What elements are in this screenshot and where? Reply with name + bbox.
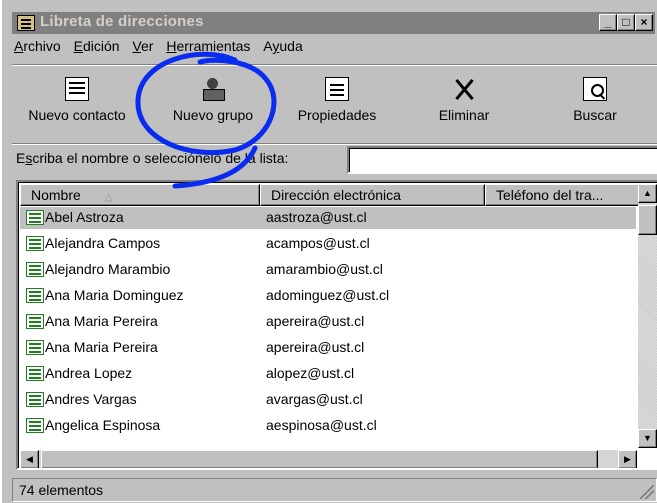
new-contact-button[interactable]: Nuevo contacto <box>12 77 142 123</box>
contact-card-icon <box>26 210 44 225</box>
horizontal-scrollbar[interactable]: ◀ ▶ <box>20 450 637 468</box>
close-button[interactable]: × <box>635 14 653 31</box>
column-header-name[interactable]: Nombre △ <box>20 184 260 206</box>
find-button[interactable]: Buscar <box>560 77 630 123</box>
contact-card-icon <box>26 262 44 277</box>
scroll-left-button[interactable]: ◀ <box>20 450 39 468</box>
contact-email: apereira@ust.cl <box>266 339 365 355</box>
contact-card-icon <box>26 392 44 407</box>
menu-herramientas[interactable]: Herramientas <box>166 38 250 54</box>
column-phone-label: Teléfono del tra... <box>496 187 604 203</box>
menu-archivo[interactable]: Archivo <box>14 38 61 54</box>
address-book-icon <box>17 15 35 31</box>
contact-name: Abel Astroza <box>45 209 124 225</box>
toolbar: Nuevo contacto Nuevo grupo Propiedades E… <box>12 64 657 144</box>
scroll-down-button[interactable]: ▼ <box>638 429 657 448</box>
contact-row[interactable]: Ana Maria Pereira apereira@ust.cl <box>20 311 636 333</box>
horizontal-scroll-thumb[interactable] <box>41 450 598 468</box>
contact-row[interactable]: Ana Maria Pereira apereira@ust.cl <box>20 337 636 359</box>
contact-name: Alejandro Marambio <box>45 261 171 277</box>
find-label: Buscar <box>573 107 617 123</box>
new-group-label: Nuevo grupo <box>172 107 254 123</box>
contact-row[interactable]: Alejandra Campos acampos@ust.cl <box>20 233 636 255</box>
contact-email: adominguez@ust.cl <box>266 287 390 303</box>
contact-list[interactable]: Nombre △ Dirección electrónica Teléfono d… <box>16 180 657 470</box>
sort-ascending-icon: △ <box>104 192 113 203</box>
contact-name: Ana Maria Pereira <box>45 339 158 355</box>
maximize-button[interactable]: □ <box>617 14 635 31</box>
contact-name: Ana Maria Dominguez <box>45 287 184 303</box>
contact-email: alopez@ust.cl <box>266 365 355 381</box>
column-header-phone[interactable]: Teléfono del tra... <box>485 184 640 206</box>
search-label-prefix: E <box>16 150 26 166</box>
search-input[interactable] <box>347 146 657 174</box>
contact-row[interactable]: Ana Maria Dominguez adominguez@ust.cl <box>20 285 636 307</box>
menu-edicion-label: dición <box>82 38 120 54</box>
contact-row[interactable]: Andrea Lopez alopez@ust.cl <box>20 363 636 385</box>
delete-label: Eliminar <box>438 107 490 123</box>
vertical-scrollbar[interactable]: ▲ ▼ <box>638 184 657 448</box>
menu-ayuda-label: uda <box>279 38 303 54</box>
menu-bar: Archivo Edición Ver Herramientas Ayuda <box>14 38 312 60</box>
new-contact-label: Nuevo contacto <box>28 107 126 123</box>
group-icon <box>201 77 225 101</box>
search-label-text: criba el nombre o selecciónelo de la lis… <box>32 150 289 166</box>
menu-archivo-mnemonic: A <box>14 38 24 54</box>
contact-card-icon <box>26 366 44 381</box>
contact-email: aastroza@ust.cl <box>266 209 367 225</box>
contact-name: Alejandra Campos <box>45 235 161 251</box>
contact-email: acampos@ust.cl <box>266 235 370 251</box>
properties-icon <box>325 77 349 101</box>
contact-card-icon <box>26 340 44 355</box>
contact-name: Andrea Lopez <box>45 365 133 381</box>
contact-email: avargas@ust.cl <box>266 391 363 407</box>
item-count: 74 elementos <box>19 482 104 498</box>
new-group-button[interactable]: Nuevo grupo <box>156 77 270 123</box>
menu-herramientas-label: erramientas <box>176 38 251 54</box>
address-book-window: Libreta de direcciones _ □ × Archivo Edi… <box>2 0 657 503</box>
delete-icon <box>452 77 476 101</box>
contact-card-icon <box>26 314 44 329</box>
status-bar: 74 elementos <box>12 478 657 502</box>
resize-grip-icon[interactable] <box>640 485 654 499</box>
contact-row[interactable]: Alejandro Marambio amarambio@ust.cl <box>20 259 636 281</box>
contact-name: Angelica Espinosa <box>45 417 161 433</box>
properties-label: Propiedades <box>297 107 377 123</box>
search-label: Escriba el nombre o selecciónelo de la l… <box>16 150 288 166</box>
find-icon <box>583 77 607 101</box>
properties-button[interactable]: Propiedades <box>286 77 388 123</box>
column-header-email[interactable]: Dirección electrónica <box>260 184 485 206</box>
menu-ver[interactable]: Ver <box>132 38 153 54</box>
contact-row[interactable]: Angelica Espinosa aespinosa@ust.cl <box>20 415 636 437</box>
delete-button[interactable]: Eliminar <box>428 77 500 123</box>
window-title: Libreta de direcciones <box>40 13 204 30</box>
menu-ver-label: er <box>141 38 154 54</box>
contact-email: amarambio@ust.cl <box>266 261 383 277</box>
contact-row[interactable]: Andres Vargas avargas@ust.cl <box>20 389 636 411</box>
column-email-label: Dirección electrónica <box>271 187 401 203</box>
menu-edicion-mnemonic: E <box>73 38 83 54</box>
contact-card-icon <box>26 236 44 251</box>
menu-ayuda[interactable]: Ayuda <box>263 38 302 54</box>
list-header: Nombre △ Dirección electrónica Teléfono d… <box>20 184 657 206</box>
scroll-right-button[interactable]: ▶ <box>618 450 637 468</box>
menu-edicion[interactable]: Edición <box>74 38 120 54</box>
contact-name: Andres Vargas <box>45 391 137 407</box>
menu-ver-mnemonic: V <box>132 38 141 54</box>
column-name-label: Nombre <box>31 187 81 203</box>
contact-name: Ana Maria Pereira <box>45 313 158 329</box>
minimize-button[interactable]: _ <box>599 14 617 31</box>
menu-archivo-label: rchivo <box>23 38 61 54</box>
scroll-up-button[interactable]: ▲ <box>638 184 657 203</box>
vertical-scroll-thumb[interactable] <box>638 205 657 235</box>
menu-herramientas-mnemonic: H <box>166 38 177 54</box>
menu-ayuda-prefix: A <box>263 38 273 54</box>
contact-row[interactable]: Abel Astroza aastroza@ust.cl <box>20 207 636 229</box>
contact-email: apereira@ust.cl <box>266 313 365 329</box>
contact-card-icon <box>26 418 44 433</box>
contact-card-icon <box>65 77 89 101</box>
contact-email: aespinosa@ust.cl <box>266 417 377 433</box>
title-bar[interactable]: Libreta de direcciones _ □ × <box>12 12 655 34</box>
contact-card-icon <box>26 288 44 303</box>
